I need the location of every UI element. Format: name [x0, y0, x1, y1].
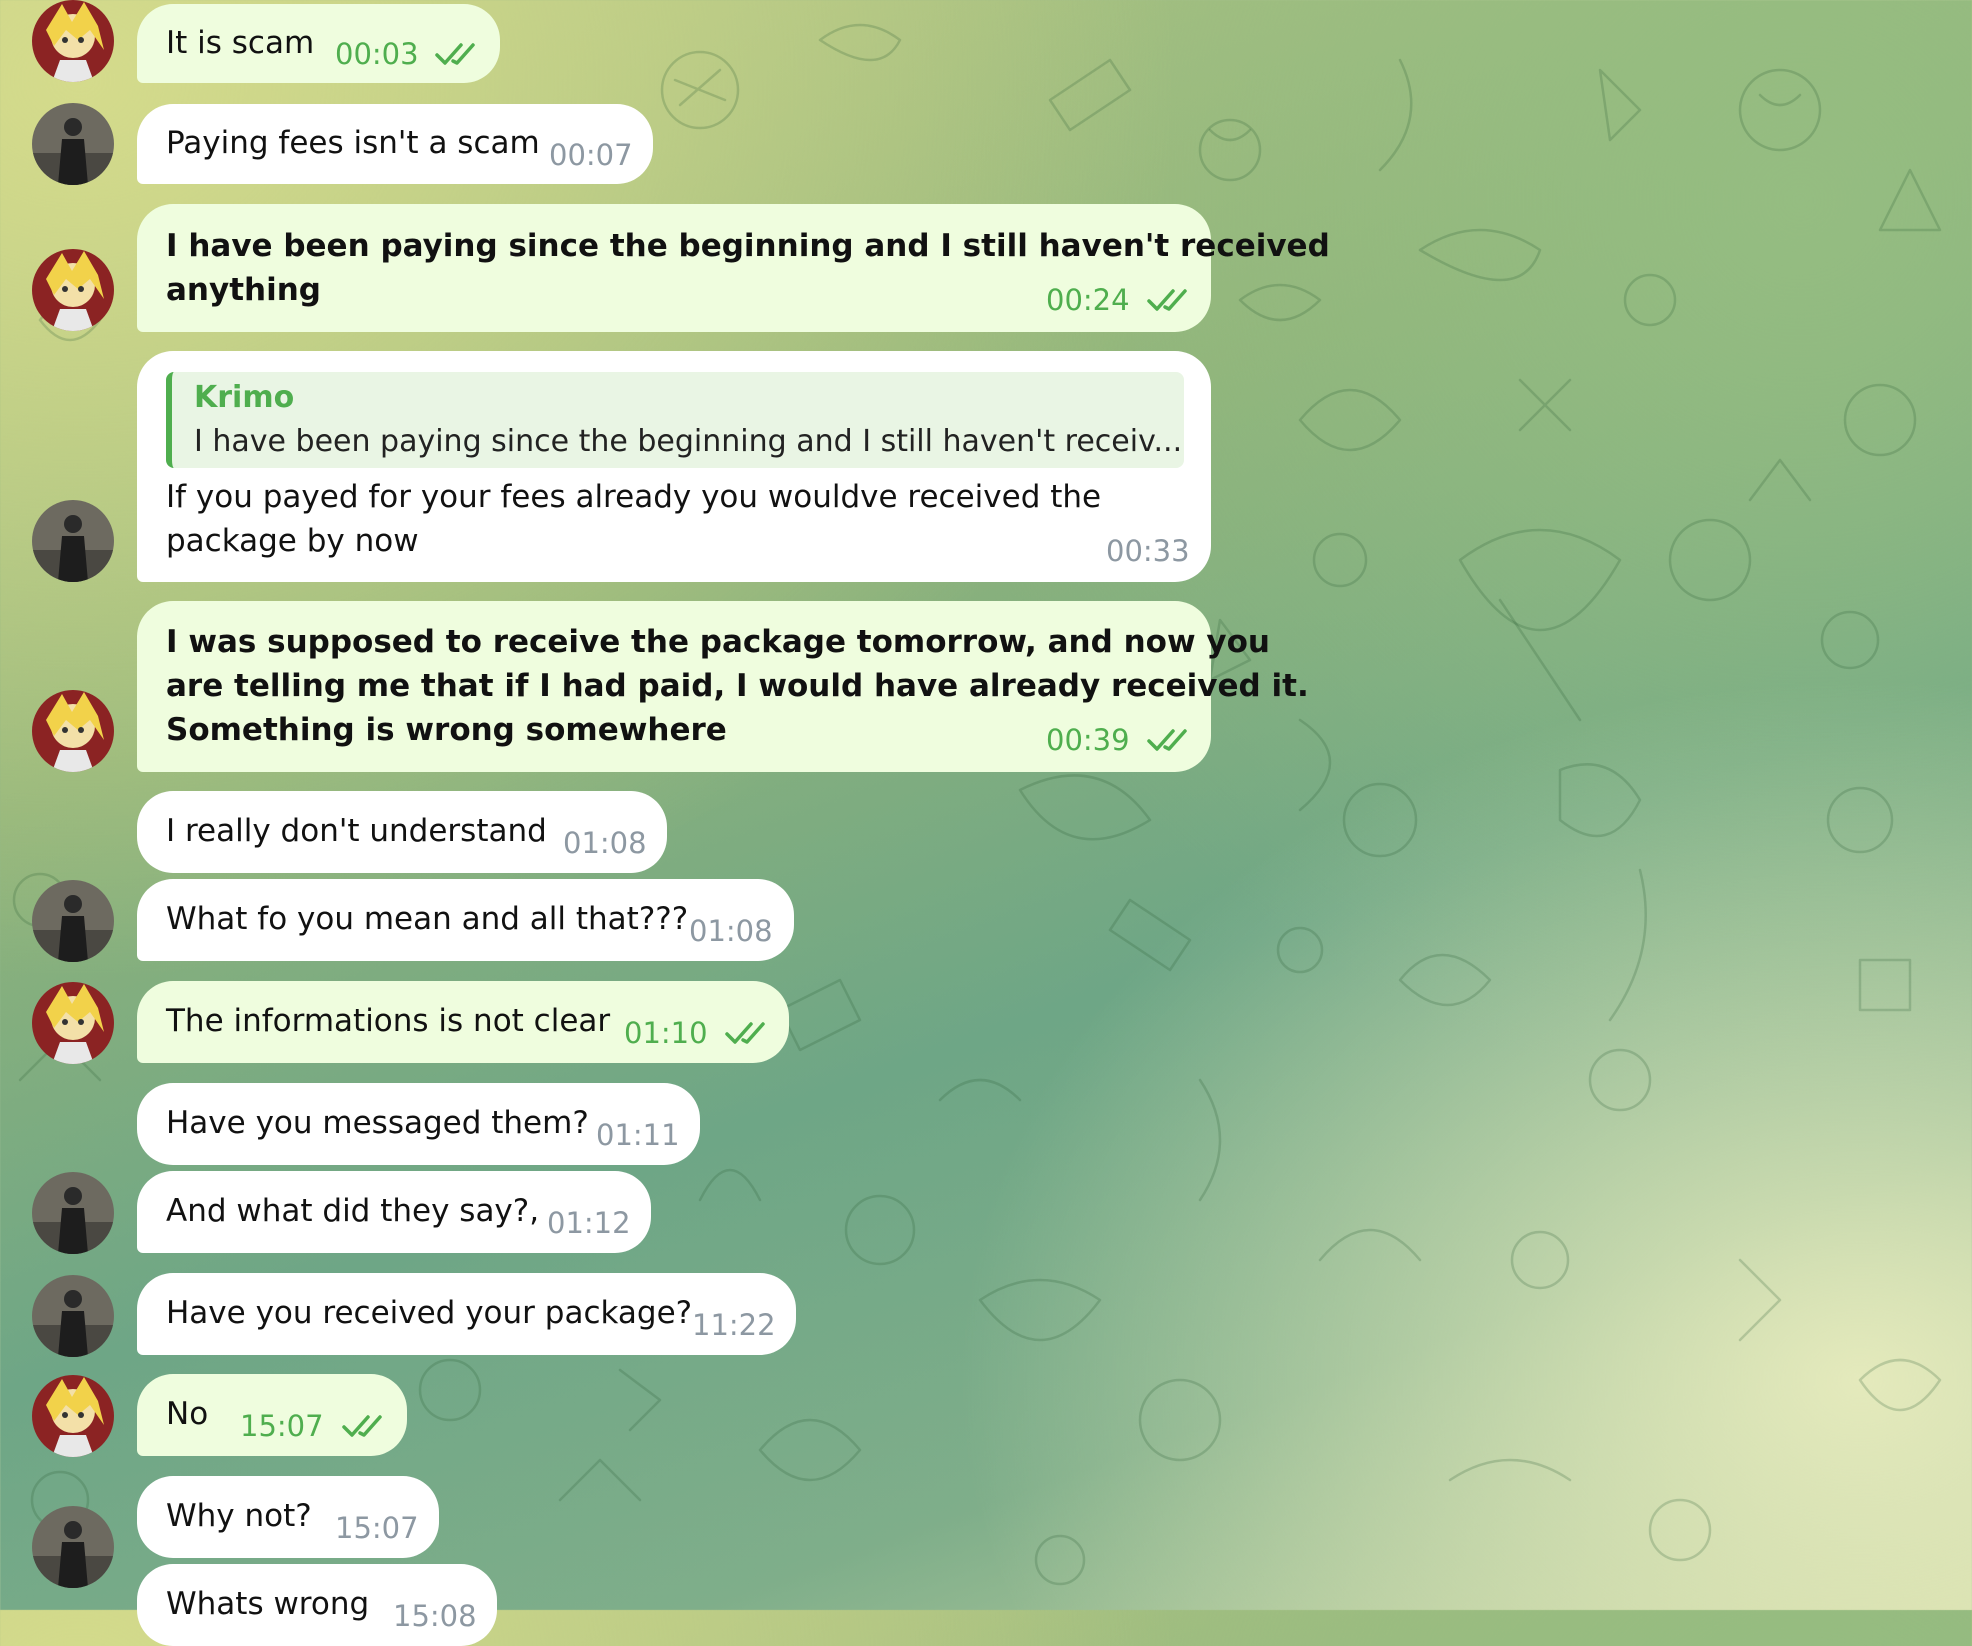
- message-bubble-incoming[interactable]: Why not? 15:07: [137, 1476, 439, 1558]
- message-time: 00:33: [1106, 534, 1190, 568]
- message-text: Paying fees isn't a scam: [166, 125, 540, 161]
- message-text: Why not?: [166, 1498, 312, 1534]
- blond-anime-character-icon: [32, 0, 114, 82]
- message-time: 15:08: [393, 1599, 477, 1633]
- message-bubble-outgoing[interactable]: No 15:07: [137, 1374, 407, 1456]
- reply-author: Krimo: [194, 380, 295, 415]
- message-time: 00:07: [549, 138, 633, 172]
- message-bubble-incoming[interactable]: What fo you mean and all that??? 01:08: [137, 879, 794, 961]
- double-check-icon: [342, 1415, 382, 1437]
- avatar[interactable]: [32, 880, 114, 962]
- message-time: 01:12: [547, 1206, 631, 1240]
- message-time: 15:07: [240, 1409, 324, 1443]
- message-bubble-outgoing[interactable]: It is scam 00:03: [137, 4, 500, 83]
- message-bubble-incoming-reply[interactable]: Krimo I have been paying since the begin…: [137, 351, 1211, 582]
- message-text-line: package by now: [166, 523, 419, 559]
- message-time: 15:07: [335, 1511, 419, 1545]
- blond-anime-character-icon: [32, 1375, 114, 1457]
- avatar[interactable]: [32, 0, 114, 82]
- avatar[interactable]: [32, 1375, 114, 1457]
- message-bubble-incoming[interactable]: And what did they say?, 01:12: [137, 1171, 651, 1253]
- message-text: Whats wrong: [166, 1586, 370, 1622]
- message-bubble-incoming[interactable]: Paying fees isn't a scam 00:07: [137, 104, 653, 184]
- reply-snippet: I have been paying since the beginning a…: [194, 424, 1183, 459]
- avatar[interactable]: [32, 982, 114, 1064]
- double-check-icon: [1147, 289, 1187, 311]
- message-text: Have you received your package?: [166, 1295, 693, 1331]
- message-bubble-outgoing[interactable]: The informations is not clear 01:10: [137, 981, 789, 1063]
- message-text-line: I have been paying since the beginning a…: [166, 228, 1330, 264]
- man-in-dark-coat-icon: [32, 1506, 114, 1588]
- blond-anime-character-icon: [32, 690, 114, 772]
- message-text-line: If you payed for your fees already you w…: [166, 479, 1102, 515]
- blond-anime-character-icon: [32, 982, 114, 1064]
- message-time: 01:11: [596, 1118, 680, 1152]
- message-bubble-outgoing[interactable]: I have been paying since the beginning a…: [137, 204, 1330, 332]
- avatar[interactable]: [32, 1275, 114, 1357]
- message-time: 01:08: [689, 914, 773, 948]
- message-text: Have you messaged them?: [166, 1105, 589, 1141]
- message-time: 00:03: [335, 37, 419, 71]
- avatar[interactable]: [32, 1506, 114, 1588]
- blond-anime-character-icon: [32, 249, 114, 331]
- man-in-dark-coat-icon: [32, 880, 114, 962]
- reply-quote[interactable]: Krimo I have been paying since the begin…: [166, 372, 1184, 468]
- avatar[interactable]: [32, 690, 114, 772]
- message-text: The informations is not clear: [166, 1003, 611, 1039]
- double-check-icon: [725, 1022, 765, 1044]
- avatar[interactable]: [32, 500, 114, 582]
- message-time: 01:10: [624, 1016, 708, 1050]
- message-time: 11:22: [692, 1308, 776, 1342]
- double-check-icon: [435, 43, 475, 65]
- avatar[interactable]: [32, 1172, 114, 1254]
- man-in-dark-coat-icon: [32, 103, 114, 185]
- double-check-icon: [1147, 729, 1187, 751]
- message-text: No: [166, 1396, 209, 1432]
- message-bubble-incoming[interactable]: I really don't understand 01:08: [137, 791, 667, 873]
- message-bubble-outgoing[interactable]: I was supposed to receive the package to…: [137, 601, 1309, 772]
- man-in-dark-coat-icon: [32, 1275, 114, 1357]
- message-time: 00:24: [1046, 283, 1130, 317]
- man-in-dark-coat-icon: [32, 500, 114, 582]
- message-time: 01:08: [563, 826, 647, 860]
- message-bubble-incoming[interactable]: Have you messaged them? 01:11: [137, 1083, 700, 1165]
- message-text: What fo you mean and all that???: [166, 901, 689, 937]
- message-time: 00:39: [1046, 723, 1130, 757]
- man-in-dark-coat-icon: [32, 1172, 114, 1254]
- message-bubble-incoming[interactable]: Whats wrong 15:08: [137, 1564, 497, 1646]
- message-text-line: Something is wrong somewhere: [166, 712, 727, 748]
- message-text: It is scam: [166, 25, 315, 61]
- message-text: I really don't understand: [166, 813, 547, 849]
- avatar[interactable]: [32, 249, 114, 331]
- message-text-line: anything: [166, 272, 321, 308]
- message-text-line: are telling me that if I had paid, I wou…: [166, 668, 1309, 704]
- message-text: And what did they say?,: [166, 1193, 540, 1229]
- message-bubble-incoming[interactable]: Have you received your package? 11:22: [137, 1273, 796, 1355]
- message-text-line: I was supposed to receive the package to…: [166, 624, 1270, 660]
- avatar[interactable]: [32, 103, 114, 185]
